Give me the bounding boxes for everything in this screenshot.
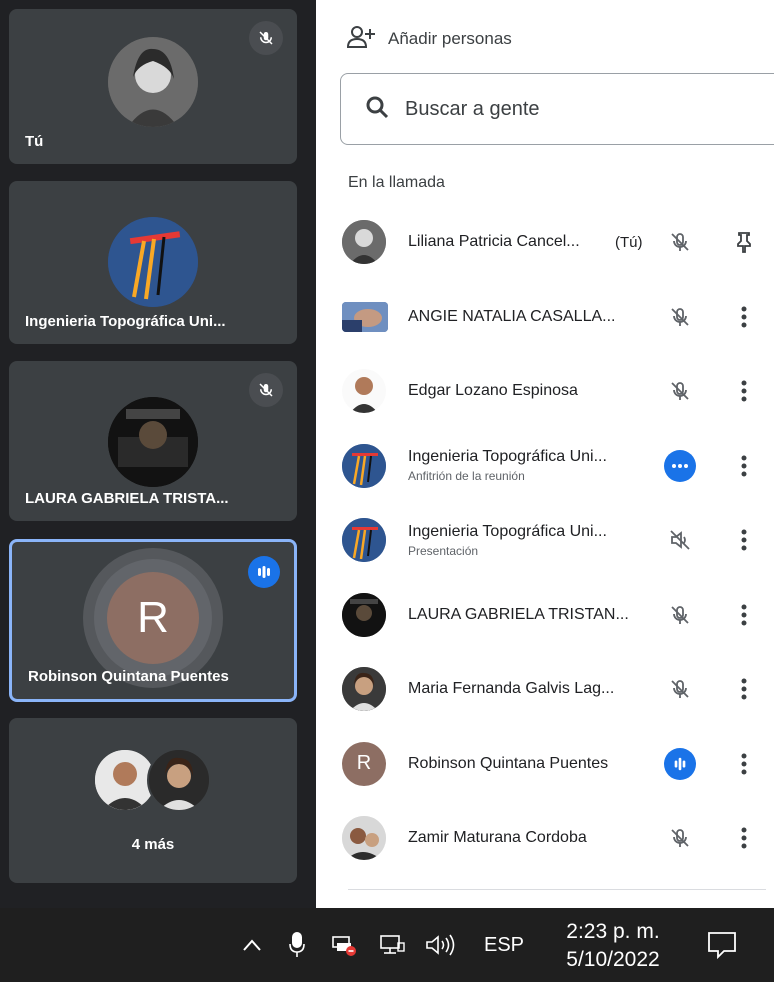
list-item[interactable]: Liliana Patricia Cancel... (Tú) bbox=[316, 205, 774, 280]
you-tag: (Tú) bbox=[615, 233, 643, 251]
participant-name: ANGIE NATALIA CASALLA... bbox=[408, 307, 616, 325]
mic-off-icon bbox=[664, 301, 696, 333]
app-root: Tú Ingenieria Topográfica Uni... LAURA G… bbox=[0, 0, 774, 982]
speaking-icon bbox=[248, 556, 280, 588]
more-horiz-icon bbox=[664, 449, 696, 482]
microphone-icon[interactable] bbox=[282, 908, 312, 982]
more-icon[interactable] bbox=[730, 671, 758, 707]
avatar: R bbox=[107, 572, 199, 664]
tile-label: Tú bbox=[25, 133, 44, 150]
list-item[interactable]: Ingenieria Topográfica Uni... Anfitrión … bbox=[316, 429, 774, 504]
participant-role: Presentación bbox=[408, 543, 479, 558]
participant-name: Maria Fernanda Galvis Lag... bbox=[408, 680, 615, 698]
people-panel: Añadir personas En la llamada Liliana Pa… bbox=[316, 0, 774, 908]
avatar bbox=[342, 667, 386, 712]
avatar bbox=[342, 816, 386, 861]
participant-role: Anfitrión de la reunión bbox=[408, 469, 525, 484]
participant-name: Zamir Maturana Cordoba bbox=[408, 829, 587, 847]
avatar bbox=[342, 220, 386, 265]
participant-name: Ingenieria Topográfica Uni... bbox=[408, 448, 607, 466]
video-tile-ingenieria[interactable]: Ingenieria Topográfica Uni... bbox=[9, 181, 297, 344]
participant-name: LAURA GABRIELA TRISTAN... bbox=[408, 605, 629, 623]
participant-name: Robinson Quintana Puentes bbox=[408, 754, 609, 772]
video-tile-laura[interactable]: LAURA GABRIELA TRISTA... bbox=[9, 361, 297, 521]
mic-off-icon bbox=[664, 599, 696, 631]
video-tile-robinson[interactable]: R Robinson Quintana Puentes bbox=[9, 539, 297, 702]
list-item[interactable]: Ingenieria Topográfica Uni... Presentaci… bbox=[316, 503, 774, 578]
more-icon[interactable] bbox=[730, 522, 758, 558]
video-tile-self[interactable]: Tú bbox=[9, 9, 297, 164]
avatar bbox=[342, 301, 388, 332]
mic-off-icon bbox=[664, 822, 696, 854]
clock-date: 5/10/2022 bbox=[566, 948, 660, 971]
notifications-icon[interactable] bbox=[696, 908, 748, 982]
tile-label: 4 más bbox=[131, 836, 175, 853]
more-icon[interactable] bbox=[730, 299, 758, 335]
video-tile-more[interactable]: 4 más bbox=[9, 718, 297, 883]
search-box[interactable] bbox=[340, 73, 774, 145]
search-input[interactable] bbox=[403, 96, 737, 122]
avatar bbox=[342, 592, 386, 637]
volume-off-icon bbox=[664, 524, 696, 556]
add-people-button[interactable]: Añadir personas bbox=[346, 24, 512, 54]
list-item[interactable]: Zamir Maturana Cordoba bbox=[316, 801, 774, 876]
battery-network-icon[interactable] bbox=[326, 908, 362, 982]
divider bbox=[348, 889, 766, 890]
avatar bbox=[108, 37, 198, 127]
participant-name: Liliana Patricia Cancel... bbox=[408, 233, 580, 251]
mic-off-icon bbox=[664, 673, 696, 705]
clock-time: 2:23 p. m. bbox=[566, 920, 660, 943]
more-icon[interactable] bbox=[730, 373, 758, 409]
avatar bbox=[342, 369, 386, 414]
more-icon[interactable] bbox=[730, 820, 758, 856]
list-item[interactable]: LAURA GABRIELA TRISTAN... bbox=[316, 578, 774, 653]
participants-list: Liliana Patricia Cancel... (Tú) ANGIE NA… bbox=[316, 205, 774, 876]
search-icon bbox=[365, 95, 389, 124]
tile-label: LAURA GABRIELA TRISTA... bbox=[25, 490, 229, 507]
speaking-icon bbox=[664, 747, 696, 780]
tile-label: Ingenieria Topográfica Uni... bbox=[25, 313, 226, 330]
more-icon[interactable] bbox=[730, 746, 758, 782]
list-item[interactable]: Maria Fernanda Galvis Lag... bbox=[316, 652, 774, 727]
taskbar: ESP 2:23 p. m. 5/10/2022 bbox=[0, 908, 774, 982]
section-title: En la llamada bbox=[348, 174, 445, 191]
participant-name: Edgar Lozano Espinosa bbox=[408, 382, 578, 400]
volume-icon[interactable] bbox=[422, 908, 462, 982]
mic-off-icon bbox=[249, 21, 283, 55]
tile-label: Robinson Quintana Puentes bbox=[28, 668, 229, 685]
avatar bbox=[108, 397, 198, 487]
grouped-avatars bbox=[93, 748, 213, 812]
language-indicator[interactable]: ESP bbox=[478, 908, 530, 982]
list-item[interactable]: Edgar Lozano Espinosa bbox=[316, 354, 774, 429]
logo-avatar bbox=[342, 443, 386, 488]
network-icon[interactable] bbox=[374, 908, 410, 982]
mic-off-icon bbox=[664, 226, 696, 258]
mic-off-icon bbox=[249, 373, 283, 407]
avatar: R bbox=[342, 741, 386, 786]
list-item[interactable]: R Robinson Quintana Puentes bbox=[316, 727, 774, 802]
add-people-label: Añadir personas bbox=[388, 29, 512, 48]
more-icon[interactable] bbox=[730, 448, 758, 484]
avatar bbox=[147, 748, 211, 812]
video-tiles-column: Tú Ingenieria Topográfica Uni... LAURA G… bbox=[0, 0, 316, 908]
logo-avatar bbox=[342, 518, 386, 563]
more-icon[interactable] bbox=[730, 597, 758, 633]
add-person-icon bbox=[346, 25, 376, 54]
logo-avatar bbox=[108, 217, 198, 307]
mic-off-icon bbox=[664, 375, 696, 407]
participant-name: Ingenieria Topográfica Uni... bbox=[408, 522, 607, 540]
pin-icon[interactable] bbox=[730, 224, 758, 260]
list-item[interactable]: ANGIE NATALIA CASALLA... bbox=[316, 280, 774, 355]
chevron-up-icon[interactable] bbox=[234, 908, 270, 982]
system-clock[interactable]: 2:23 p. m. 5/10/2022 bbox=[548, 918, 678, 974]
